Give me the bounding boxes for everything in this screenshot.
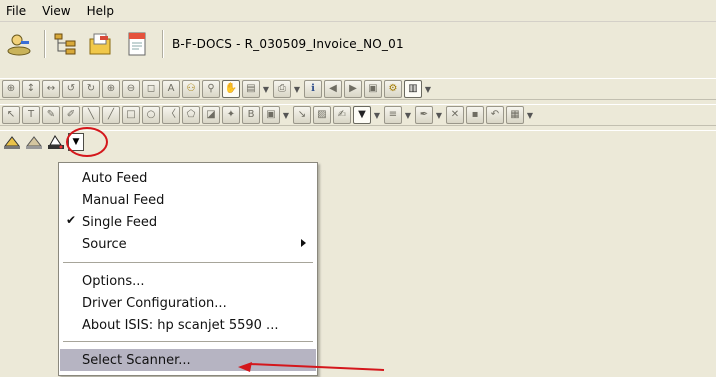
menu-item-label: Auto Feed	[82, 170, 148, 186]
document-icon[interactable]	[124, 31, 150, 57]
brush-icon[interactable]: ✒	[415, 106, 433, 124]
document-title: B-F-DOCS - R_030509_Invoice_NO_01	[172, 37, 404, 51]
scan-options-menu: Auto Feed Manual Feed ✔ Single Feed Sour…	[58, 162, 318, 376]
line-style-icon[interactable]: ≡	[384, 106, 402, 124]
menu-bar: File View Help	[0, 0, 716, 22]
bold-icon[interactable]: B	[242, 106, 260, 124]
print-icon[interactable]: ⎙	[273, 80, 291, 98]
fit-page-icon[interactable]: ⊕	[2, 80, 20, 98]
scanner-icon[interactable]	[46, 133, 66, 151]
previous-page-icon[interactable]: ◀	[324, 80, 342, 98]
menu-item-label: Options...	[82, 273, 145, 289]
signature-icon[interactable]: ✍	[333, 106, 351, 124]
pointer-icon[interactable]: ↖	[2, 106, 20, 124]
next-page-icon[interactable]: ▶	[344, 80, 362, 98]
line-icon[interactable]: ╲	[82, 106, 100, 124]
menu-item-label: Source	[82, 236, 127, 252]
scan-append-icon[interactable]	[24, 133, 44, 151]
toolbar-separator	[44, 30, 46, 58]
stamp-icon[interactable]: ✦	[222, 106, 240, 124]
delete-icon[interactable]: ✕	[446, 106, 464, 124]
menu-item-options[interactable]: Options...	[60, 270, 316, 292]
menu-item-label: Select Scanner...	[82, 352, 191, 368]
submenu-arrow-icon	[301, 239, 306, 247]
page-properties-icon[interactable]: ▣	[364, 80, 382, 98]
menu-help[interactable]: Help	[79, 0, 122, 22]
book-icon[interactable]: ▥	[404, 80, 422, 98]
menu-separator	[63, 262, 313, 263]
pan-hand-icon[interactable]: ✋	[222, 80, 240, 98]
menu-item-manual-feed[interactable]: Manual Feed	[60, 189, 316, 211]
ellipse-icon[interactable]: ○	[142, 106, 160, 124]
chevron-down-icon[interactable]: ▼	[262, 80, 270, 98]
pen-icon[interactable]: ✎	[42, 106, 60, 124]
note-icon[interactable]: ▣	[262, 106, 280, 124]
binoculars-icon[interactable]: ⚇	[182, 80, 200, 98]
text-box-icon[interactable]: T	[22, 106, 40, 124]
chevron-down-icon[interactable]: ▼	[282, 106, 290, 124]
diagonal-line-icon[interactable]: ╱	[102, 106, 120, 124]
zoom-out-icon[interactable]: ⊖	[122, 80, 140, 98]
save-icon[interactable]: ▪	[466, 106, 484, 124]
menu-separator	[63, 341, 313, 342]
annotation-circle	[66, 127, 108, 157]
highlighter-icon[interactable]: ✐	[62, 106, 80, 124]
menu-item-label: Driver Configuration...	[82, 295, 227, 311]
annotation-toolbar: ↖ T ✎ ✐ ╲ ╱ □ ○ 〈 ⬠ ◪ ✦ B ▣ ▼ ↘ ▨ ✍ ▼ ▼ …	[0, 104, 716, 126]
toolbar-separator	[162, 30, 164, 58]
rotate-right-icon[interactable]: ↻	[82, 80, 100, 98]
chevron-down-icon[interactable]: ▼	[404, 106, 412, 124]
rotate-left-icon[interactable]: ↺	[62, 80, 80, 98]
polyline-icon[interactable]: 〈	[162, 106, 180, 124]
zoom-in-icon[interactable]: ⊕	[102, 80, 120, 98]
arrow-line-icon[interactable]: ↘	[293, 106, 311, 124]
undo-icon[interactable]: ↶	[486, 106, 504, 124]
info-icon[interactable]: ℹ	[304, 80, 322, 98]
fit-width-icon[interactable]: ↔	[42, 80, 60, 98]
menu-item-label: Single Feed	[82, 214, 158, 230]
chevron-down-icon[interactable]: ▼	[526, 106, 534, 124]
properties-icon[interactable]: ▦	[506, 106, 524, 124]
menu-item-source[interactable]: Source	[60, 233, 316, 255]
chevron-down-icon[interactable]: ▼	[373, 106, 381, 124]
menu-item-auto-feed[interactable]: Auto Feed	[60, 167, 316, 189]
folder-documents-icon[interactable]	[88, 31, 114, 57]
document-bar: B-F-DOCS - R_030509_Invoice_NO_01	[0, 24, 716, 64]
menu-item-label: About ISIS: hp scanjet 5590 ...	[82, 317, 279, 333]
user-key-icon[interactable]	[6, 31, 32, 57]
select-area-icon[interactable]: ◻	[142, 80, 160, 98]
eraser-icon[interactable]: ◪	[202, 106, 220, 124]
image-icon[interactable]: ▨	[313, 106, 331, 124]
redact-icon[interactable]: ▼	[353, 106, 371, 124]
polygon-icon[interactable]: ⬠	[182, 106, 200, 124]
rectangle-icon[interactable]: □	[122, 106, 140, 124]
menu-file[interactable]: File	[0, 0, 34, 22]
scan-icon[interactable]	[2, 133, 22, 151]
menu-item-label: Manual Feed	[82, 192, 165, 208]
fit-height-icon[interactable]: ↕	[22, 80, 40, 98]
text-select-icon[interactable]: A	[162, 80, 180, 98]
menu-item-single-feed[interactable]: ✔ Single Feed	[60, 211, 316, 233]
menu-item-driver-configuration[interactable]: Driver Configuration...	[60, 292, 316, 314]
magnify-icon[interactable]: ⚲	[202, 80, 220, 98]
chevron-down-icon[interactable]: ▼	[424, 80, 432, 98]
page-layout-icon[interactable]: ▤	[242, 80, 260, 98]
menu-view[interactable]: View	[34, 0, 78, 22]
view-toolbar: ⊕ ↕ ↔ ↺ ↻ ⊕ ⊖ ◻ A ⚇ ⚲ ✋ ▤ ▼ ⎙ ▼ ℹ ◀ ▶ ▣ …	[0, 78, 716, 100]
chevron-down-icon[interactable]: ▼	[435, 106, 443, 124]
chevron-down-icon[interactable]: ▼	[293, 80, 301, 98]
gear-icon[interactable]: ⚙	[384, 80, 402, 98]
menu-item-about-isis[interactable]: About ISIS: hp scanjet 5590 ...	[60, 314, 316, 336]
tree-structure-icon[interactable]	[52, 31, 78, 57]
menu-item-select-scanner[interactable]: Select Scanner...	[60, 349, 316, 371]
check-icon: ✔	[66, 213, 77, 227]
